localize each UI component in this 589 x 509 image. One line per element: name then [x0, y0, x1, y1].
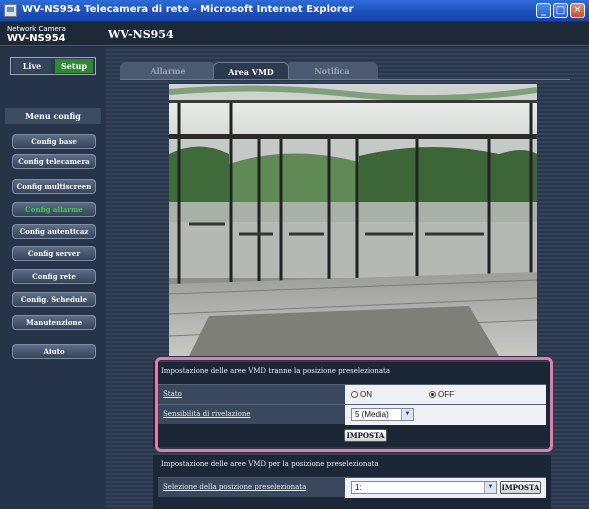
brand-line2: WV-NS954	[7, 33, 66, 44]
preset-select[interactable]: 1: ▼	[351, 481, 497, 494]
sidebar-item-config-telecamera[interactable]: Config telecamera	[12, 154, 96, 169]
preset-label[interactable]: Selezione della posizione preselezionata	[163, 483, 306, 491]
model-name: WV-NS954	[108, 28, 174, 41]
sidebar-item-aiuto[interactable]: Aiuto	[12, 344, 96, 359]
brand-line1: Network Camera	[7, 25, 66, 33]
chevron-down-icon: ▼	[484, 482, 496, 493]
preset-value: 1:	[355, 483, 362, 492]
preset-section-title: Impostazione delle aree VMD per la posiz…	[161, 460, 379, 468]
sidebar-item-manutenzione[interactable]: Manutenzione	[12, 315, 96, 330]
tab-notifica[interactable]: Notifica	[286, 62, 378, 80]
sidebar: Live Setup Menu config Config base Confi…	[0, 47, 106, 509]
sidebar-item-config-base[interactable]: Config base	[12, 134, 96, 149]
setup-button[interactable]: Setup	[55, 59, 93, 73]
preset-value-cell: 1: ▼ IMPOSTA	[345, 478, 546, 498]
camera-image[interactable]	[169, 84, 537, 356]
menu-title: Menu config	[5, 108, 101, 124]
sidebar-item-config-server[interactable]: Config server	[12, 246, 96, 261]
preset-imposta-button[interactable]: IMPOSTA	[500, 481, 541, 494]
sidebar-item-config-schedule[interactable]: Config. Schedule	[12, 292, 96, 307]
sidebar-item-config-multiscreen[interactable]: Config multiscreen	[12, 179, 96, 194]
preset-vmd-section: Impostazione delle aree VMD per la posiz…	[153, 455, 551, 509]
close-icon[interactable]: ✕	[570, 3, 585, 18]
maximize-icon[interactable]: □	[553, 3, 568, 18]
minimize-icon[interactable]: _	[536, 3, 551, 18]
window-title-bar: WV-NS954 Telecamera di rete - Microsoft …	[0, 0, 589, 22]
tab-divider	[120, 79, 570, 80]
live-setup-switch: Live Setup	[10, 57, 96, 75]
sidebar-item-config-rete[interactable]: Config rete	[12, 269, 96, 284]
ie-app-icon	[4, 4, 17, 17]
live-button[interactable]: Live	[13, 59, 51, 73]
sidebar-item-config-autenticaz[interactable]: Config autenticaz	[12, 224, 96, 239]
tab-allarme[interactable]: Allarme	[120, 62, 216, 80]
brand-logo: Network Camera WV-NS954	[7, 25, 66, 44]
preset-row: Selezione della posizione preselezionata…	[158, 477, 546, 498]
sidebar-item-config-allarme[interactable]: Config allarme	[12, 202, 96, 217]
tab-area-vmd[interactable]: Area VMD	[213, 62, 289, 80]
tab-bar: Allarme Notifica Area VMD	[120, 62, 570, 80]
camera-header: Network Camera WV-NS954 WV-NS954	[0, 22, 589, 46]
window-title: WV-NS954 Telecamera di rete - Microsoft …	[22, 4, 354, 15]
highlight-frame	[155, 357, 553, 452]
